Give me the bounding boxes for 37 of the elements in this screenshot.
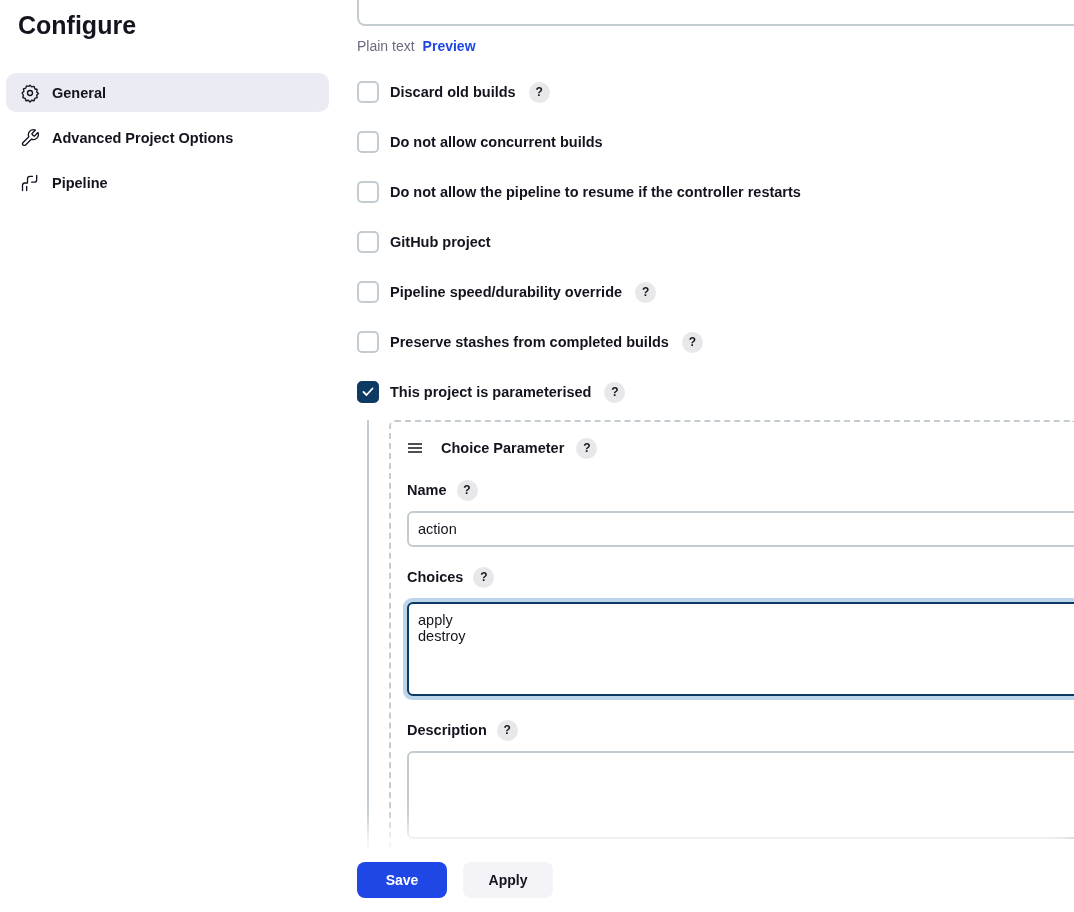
- option-label: This project is parameterised: [390, 384, 592, 400]
- page-title: Configure: [18, 10, 138, 41]
- help-button[interactable]: ?: [456, 479, 478, 501]
- help-button[interactable]: ?: [528, 81, 550, 103]
- option-label: Do not allow the pipeline to resume if the controller restarts: [390, 184, 801, 200]
- help-button[interactable]: ?: [604, 381, 626, 403]
- text-area[interactable]: [407, 751, 1074, 839]
- help-button[interactable]: ?: [473, 566, 495, 588]
- save-button[interactable]: Save: [357, 862, 447, 898]
- text-area[interactable]: apply destroy: [407, 602, 1074, 696]
- field-label: Name: [407, 482, 447, 498]
- option-label: Do not allow concurrent builds: [390, 134, 603, 150]
- option-label: Discard old builds: [390, 84, 516, 100]
- plain-text-label: Plain text: [357, 38, 415, 54]
- gear-icon: [20, 82, 40, 103]
- field-label: Choices: [407, 569, 464, 585]
- help-button[interactable]: ?: [576, 437, 598, 459]
- help-button[interactable]: ?: [496, 719, 518, 741]
- sidebar-item[interactable]: General: [6, 73, 329, 112]
- drag-handle-icon[interactable]: [407, 443, 423, 453]
- option-label: Preserve stashes from completed builds: [390, 334, 669, 350]
- check-icon: [362, 387, 374, 397]
- help-button[interactable]: ?: [681, 331, 703, 353]
- pipeline-icon: [20, 172, 40, 193]
- option-label: Pipeline speed/durability override: [390, 284, 623, 300]
- name-input[interactable]: action: [407, 511, 1074, 547]
- checkbox[interactable]: [357, 381, 379, 403]
- sidebar-item[interactable]: Pipeline: [6, 163, 329, 202]
- description-field[interactable]: [357, 0, 1074, 26]
- apply-button[interactable]: Apply: [463, 862, 553, 898]
- sidebar-item[interactable]: Advanced Project Options: [6, 118, 329, 157]
- option-label: GitHub project: [390, 234, 491, 250]
- help-button[interactable]: ?: [635, 281, 657, 303]
- field-label: Description: [407, 722, 487, 738]
- wrench-icon: [20, 127, 40, 148]
- parameter-title: Choice Parameter: [441, 440, 565, 456]
- preview-link[interactable]: Preview: [422, 38, 476, 54]
